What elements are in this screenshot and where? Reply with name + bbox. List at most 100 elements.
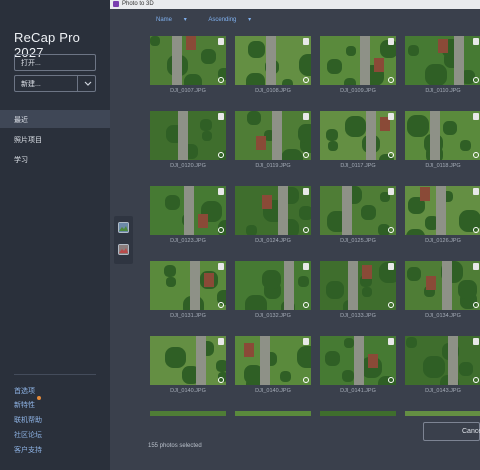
select-checkbox[interactable] bbox=[303, 188, 309, 195]
photo-filename: DJI_0124.JPG bbox=[255, 238, 291, 244]
photo-filename: DJI_0140.JPG bbox=[170, 388, 206, 394]
zoom-icon[interactable] bbox=[303, 227, 309, 233]
preferences-link[interactable]: 首选项 bbox=[14, 386, 35, 396]
zoom-icon[interactable] bbox=[303, 302, 309, 308]
select-checkbox[interactable] bbox=[473, 263, 479, 270]
zoom-icon[interactable] bbox=[473, 77, 479, 83]
photo-filename: DJI_0134.JPG bbox=[425, 313, 461, 319]
app-icon bbox=[113, 1, 119, 7]
aerial-photo-image bbox=[320, 36, 396, 85]
select-checkbox[interactable] bbox=[303, 113, 309, 120]
customer-support-link[interactable]: 客户支持 bbox=[14, 445, 42, 455]
aerial-photo-image bbox=[235, 36, 311, 85]
zoom-icon[interactable] bbox=[388, 77, 394, 83]
sort-field-dropdown[interactable]: Name ▾ bbox=[156, 16, 197, 23]
zoom-icon[interactable] bbox=[303, 377, 309, 383]
aerial-photo-image bbox=[320, 336, 396, 385]
photo-filename: DJI_0117.JPG bbox=[340, 163, 376, 169]
aerial-photo-image bbox=[150, 111, 226, 160]
photo-grid: DJI_0107.JPG DJI_0108.JPG DJI_0109.JPG DJI_… bbox=[150, 36, 480, 416]
photo-view-icon[interactable] bbox=[118, 222, 129, 233]
aerial-photo-image bbox=[405, 111, 480, 160]
notification-badge bbox=[37, 396, 41, 400]
sort-order-dropdown[interactable]: Ascending ▾ bbox=[208, 16, 261, 23]
chevron-down-icon: ▾ bbox=[248, 17, 252, 23]
photo-filename: DJI_0141.JPG bbox=[340, 388, 376, 394]
aerial-photo-image bbox=[405, 36, 480, 85]
zoom-icon[interactable] bbox=[473, 227, 479, 233]
chevron-down-icon: ▾ bbox=[183, 17, 187, 23]
photo-thumbnail-partial[interactable] bbox=[235, 411, 311, 416]
select-checkbox[interactable] bbox=[473, 113, 479, 120]
select-checkbox[interactable] bbox=[473, 38, 479, 45]
zoom-icon[interactable] bbox=[473, 152, 479, 158]
sidebar: ReCap Pro 2027 打开... 新建... 最近 照片项目 学习 首选… bbox=[0, 0, 110, 470]
sort-bar: Name ▾ Ascending ▾ bbox=[156, 16, 271, 23]
new-button-label: 新建... bbox=[21, 81, 41, 88]
zoom-icon[interactable] bbox=[303, 77, 309, 83]
zoom-icon[interactable] bbox=[473, 377, 479, 383]
photo-filename: DJI_0132.JPG bbox=[255, 313, 291, 319]
cancel-button[interactable]: Cancel bbox=[423, 422, 480, 441]
select-checkbox[interactable] bbox=[388, 113, 394, 120]
zoom-icon[interactable] bbox=[388, 152, 394, 158]
photo-thumbnail-partial[interactable] bbox=[320, 411, 396, 416]
aerial-photo-image bbox=[235, 111, 311, 160]
photo-filename: DJI_0123.JPG bbox=[170, 238, 206, 244]
zoom-icon[interactable] bbox=[388, 227, 394, 233]
select-checkbox[interactable] bbox=[303, 263, 309, 270]
zoom-icon[interactable] bbox=[473, 302, 479, 308]
zoom-icon[interactable] bbox=[218, 377, 224, 383]
aerial-photo-image bbox=[405, 186, 480, 235]
select-checkbox[interactable] bbox=[473, 188, 479, 195]
select-checkbox[interactable] bbox=[388, 188, 394, 195]
select-checkbox[interactable] bbox=[473, 338, 479, 345]
sort-field-label: Name bbox=[156, 17, 173, 23]
aerial-photo-image bbox=[320, 261, 396, 310]
photo-filename: DJI_0140.JPG bbox=[255, 388, 291, 394]
community-forum-link[interactable]: 社区论坛 bbox=[14, 430, 42, 440]
select-checkbox[interactable] bbox=[303, 338, 309, 345]
open-button[interactable]: 打开... bbox=[14, 54, 96, 71]
aerial-photo-image bbox=[150, 186, 226, 235]
select-checkbox[interactable] bbox=[218, 113, 224, 120]
select-checkbox[interactable] bbox=[218, 263, 224, 270]
zoom-icon[interactable] bbox=[388, 377, 394, 383]
image-add-icon[interactable] bbox=[118, 244, 129, 255]
zoom-icon[interactable] bbox=[218, 77, 224, 83]
selection-status: 155 photos selected bbox=[148, 443, 202, 449]
select-checkbox[interactable] bbox=[218, 38, 224, 45]
whats-new-link[interactable]: 新特性 bbox=[14, 400, 35, 410]
select-checkbox[interactable] bbox=[303, 38, 309, 45]
zoom-icon[interactable] bbox=[388, 302, 394, 308]
select-checkbox[interactable] bbox=[388, 338, 394, 345]
nav-item-learn[interactable]: 学习 bbox=[0, 150, 110, 168]
zoom-icon[interactable] bbox=[303, 152, 309, 158]
new-button[interactable]: 新建... bbox=[14, 75, 96, 92]
dialog-titlebar: Photo to 3D bbox=[110, 0, 480, 9]
aerial-photo-image bbox=[150, 261, 226, 310]
dialog-title: Photo to 3D bbox=[122, 1, 154, 7]
zoom-icon[interactable] bbox=[218, 152, 224, 158]
zoom-icon[interactable] bbox=[218, 227, 224, 233]
aerial-photo-image bbox=[235, 336, 311, 385]
aerial-photo-image bbox=[405, 261, 480, 310]
photo-filename: DJI_0133.JPG bbox=[340, 313, 376, 319]
select-checkbox[interactable] bbox=[388, 38, 394, 45]
select-checkbox[interactable] bbox=[388, 263, 394, 270]
photo-thumbnail-partial[interactable] bbox=[405, 411, 480, 416]
select-checkbox[interactable] bbox=[218, 188, 224, 195]
photo-filename: DJI_0126.JPG bbox=[425, 238, 461, 244]
photo-filename: DJI_0119.JPG bbox=[255, 163, 291, 169]
photo-thumbnail-partial[interactable] bbox=[150, 411, 226, 416]
photo-filename: DJI_0107.JPG bbox=[170, 88, 206, 94]
select-checkbox[interactable] bbox=[218, 338, 224, 345]
app-window: ReCap Pro 2027 打开... 新建... 最近 照片项目 学习 首选… bbox=[0, 0, 480, 470]
nav-item-photo-projects[interactable]: 照片项目 bbox=[0, 130, 110, 148]
zoom-icon[interactable] bbox=[218, 302, 224, 308]
nav-item-recent[interactable]: 最近 bbox=[0, 110, 110, 128]
chevron-down-icon[interactable] bbox=[83, 78, 93, 88]
online-help-link[interactable]: 联机帮助 bbox=[14, 415, 42, 425]
aerial-photo-image bbox=[320, 111, 396, 160]
aerial-photo-image bbox=[405, 336, 480, 385]
